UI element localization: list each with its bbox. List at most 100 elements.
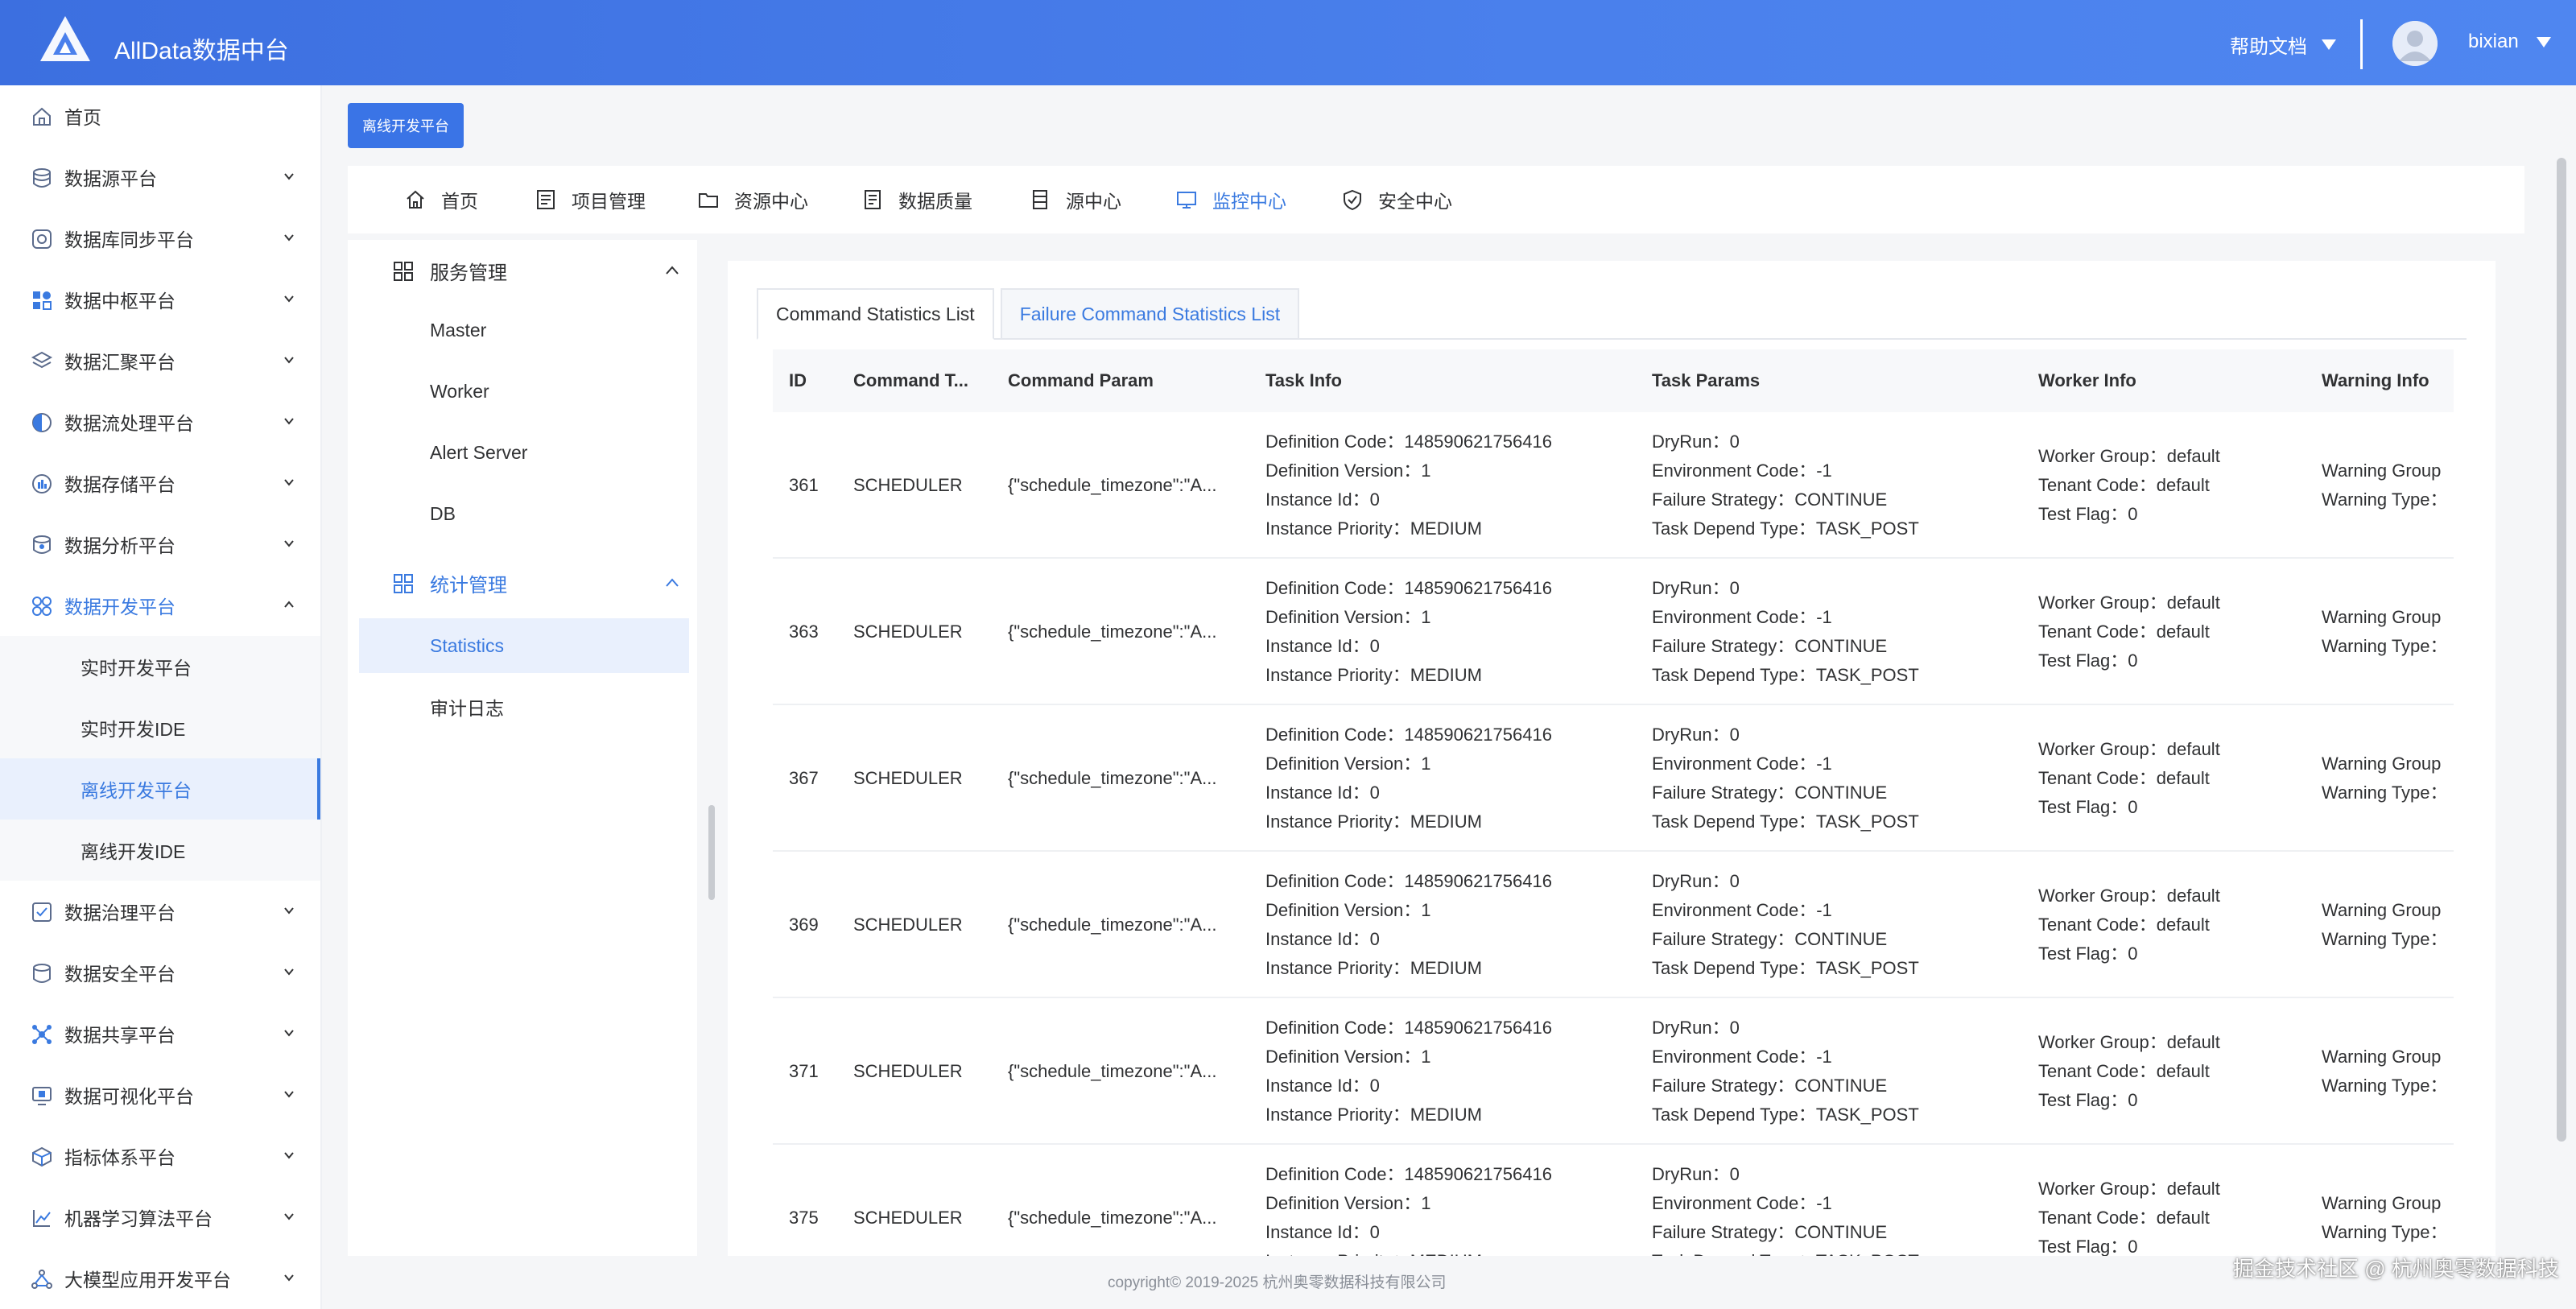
top-nav: 首页 项目管理 资源中心 数据质量 源中心 监控中心 安全中心 xyxy=(348,166,2524,233)
table-row[interactable]: 361 SCHEDULER {"schedule_timezone":"A... De… xyxy=(773,412,2454,559)
sidebar-item-label: 机器学习算法平台 xyxy=(64,1208,213,1229)
sidebar-item-data-aggregation[interactable]: 数据汇聚平台 xyxy=(0,330,320,391)
cell-line: Task Depend Type：TASK_POST xyxy=(1652,811,1919,832)
table-row[interactable]: 367 SCHEDULER {"schedule_timezone":"A... De… xyxy=(773,705,2454,852)
cell-line: Environment Code：-1 xyxy=(1652,1047,1832,1067)
help-docs-menu[interactable]: 帮助文档 xyxy=(2230,31,2336,59)
user-menu[interactable]: bixian xyxy=(2468,31,2551,53)
page-scrollbar[interactable] xyxy=(2557,158,2566,1142)
menu-item-worker[interactable]: Worker xyxy=(359,364,689,419)
avatar[interactable] xyxy=(2392,21,2438,66)
column-header-warning-info[interactable]: Warning Info xyxy=(2322,349,2429,412)
cell-text: {"schedule_timezone":"A... xyxy=(1008,1208,1217,1228)
menu-item-master[interactable]: Master xyxy=(359,303,689,357)
sidebar-scrollbar[interactable] xyxy=(708,805,715,900)
cell-line: Failure Strategy：CONTINUE xyxy=(1652,489,1888,510)
sidebar-item-security[interactable]: 数据安全平台 xyxy=(0,942,320,1003)
column-header-task-params[interactable]: Task Params xyxy=(1652,349,1760,412)
cell-line: Tenant Code：default xyxy=(2038,1061,2210,1081)
cell-text: SCHEDULER xyxy=(853,768,963,788)
cell-line: Worker Group：default xyxy=(2038,886,2220,906)
menu-item-statistics[interactable]: Statistics xyxy=(359,618,689,673)
menu-item-db[interactable]: DB xyxy=(359,486,689,541)
nav-label: 源中心 xyxy=(1066,191,1121,212)
chevron-down-icon xyxy=(284,540,294,547)
sidebar-item-data-hub[interactable]: 数据中枢平台 xyxy=(0,269,320,330)
sidebar-item-data-dev[interactable]: 数据开发平台 xyxy=(0,575,320,636)
sidebar-item-metrics[interactable]: 指标体系平台 xyxy=(0,1125,320,1187)
table-cell-type: SCHEDULER xyxy=(853,412,998,559)
tab-failure-command-statistics[interactable]: Failure Command Statistics List xyxy=(1000,288,1300,340)
sidebar-item-analysis[interactable]: 数据分析平台 xyxy=(0,514,320,575)
tabs: Command Statistics List Failure Command … xyxy=(757,288,1306,340)
cell-text: SCHEDULER xyxy=(853,1061,963,1081)
sidebar-subitem-realtime-ide[interactable]: 实时开发IDE xyxy=(0,697,320,758)
cell-line: Definition Code：148590621756416 xyxy=(1265,1018,1552,1038)
sidebar-item-governance[interactable]: 数据治理平台 xyxy=(0,881,320,942)
tab-home[interactable]: 首页 xyxy=(404,166,478,233)
sidebar-subitem-realtime-dev[interactable]: 实时开发平台 xyxy=(0,636,320,697)
tab-data-quality[interactable]: 数据质量 xyxy=(861,166,972,233)
cell-line: Worker Group：default xyxy=(2038,593,2220,613)
column-header-task-info[interactable]: Task Info xyxy=(1265,349,1342,412)
sidebar-item-ml[interactable]: 机器学习算法平台 xyxy=(0,1187,320,1248)
offline-dev-tag-button[interactable]: 离线开发平台 xyxy=(348,103,464,148)
group-statistics-management[interactable]: 统计管理 xyxy=(348,552,697,613)
table-cell-task-info: Definition Code：148590621756416 Definitio… xyxy=(1265,559,1636,705)
chevron-down-icon xyxy=(284,1274,294,1282)
cell-text: {"schedule_timezone":"A... xyxy=(1008,621,1217,642)
table-row[interactable]: 375 SCHEDULER {"schedule_timezone":"A... De… xyxy=(773,1145,2454,1256)
sidebar-item-db-sync[interactable]: 数据库同步平台 xyxy=(0,208,320,269)
table-row[interactable]: 363 SCHEDULER {"schedule_timezone":"A... De… xyxy=(773,559,2454,705)
cell-line: Test Flag：0 xyxy=(2038,650,2138,671)
tab-security-center[interactable]: 安全中心 xyxy=(1341,166,1452,233)
sidebar-item-llm[interactable]: 大模型应用开发平台 xyxy=(0,1248,320,1309)
tab-resource-center[interactable]: 资源中心 xyxy=(697,166,808,233)
cell-line: Warning Group xyxy=(2322,460,2442,481)
tab-source-center[interactable]: 源中心 xyxy=(1029,166,1121,233)
sidebar-subitem-offline-ide[interactable]: 离线开发IDE xyxy=(0,820,320,881)
tab-monitor-center[interactable]: 监控中心 xyxy=(1175,166,1286,233)
sidebar-subitem-offline-dev[interactable]: 离线开发平台 xyxy=(0,758,320,820)
group-label: 服务管理 xyxy=(430,262,507,284)
tab-command-statistics[interactable]: Command Statistics List xyxy=(757,288,994,340)
menu-item-audit-log[interactable]: 审计日志 xyxy=(359,679,689,734)
list-icon xyxy=(537,190,555,209)
sidebar-item-visualization[interactable]: 数据可视化平台 xyxy=(0,1064,320,1125)
table-cell-param: {"schedule_timezone":"A... xyxy=(1008,998,1249,1145)
group-service-management[interactable]: 服务管理 xyxy=(348,240,697,301)
table-cell-worker-info: Worker Group：default Tenant Code：default T… xyxy=(2038,852,2304,998)
cell-line: Warning Group xyxy=(2322,754,2442,774)
column-header-command-type[interactable]: Command T... xyxy=(853,349,968,412)
sidebar-item-datasource[interactable]: 数据源平台 xyxy=(0,147,320,208)
sidebar-item-home[interactable]: 首页 xyxy=(0,85,320,147)
cell-line: Worker Group：default xyxy=(2038,1179,2220,1199)
table-cell-param: {"schedule_timezone":"A... xyxy=(1008,705,1249,852)
sidebar-item-stream-processing[interactable]: 数据流处理平台 xyxy=(0,391,320,452)
table-cell-id: 375 xyxy=(789,1145,845,1256)
menu-item-label: Worker xyxy=(430,380,489,402)
table-row[interactable]: 369 SCHEDULER {"schedule_timezone":"A... De… xyxy=(773,852,2454,998)
left-sidebar: 首页 数据源平台 数据库同步平台 数据中枢平台 数据汇聚平台 数据流处理平台 数… xyxy=(0,85,322,1309)
table-row[interactable]: 371 SCHEDULER {"schedule_timezone":"A... De… xyxy=(773,998,2454,1145)
cell-text: SCHEDULER xyxy=(853,475,963,495)
column-header-command-param[interactable]: Command Param xyxy=(1008,349,1154,412)
governance-icon xyxy=(32,902,52,922)
table-cell-id: 369 xyxy=(789,852,845,998)
cell-line: Instance Id：0 xyxy=(1265,636,1380,656)
column-header-id[interactable]: ID xyxy=(789,349,807,412)
top-header: AllData数据中台 帮助文档 bixian xyxy=(0,0,2576,85)
menu-item-alert-server[interactable]: Alert Server xyxy=(359,425,689,480)
sidebar-item-share[interactable]: 数据共享平台 xyxy=(0,1003,320,1064)
group-label: 统计管理 xyxy=(430,574,507,597)
table-cell-task-info: Definition Code：148590621756416 Definitio… xyxy=(1265,852,1636,998)
logo-icon[interactable] xyxy=(39,14,92,63)
sidebar-item-storage[interactable]: 数据存储平台 xyxy=(0,452,320,514)
column-header-worker-info[interactable]: Worker Info xyxy=(2038,349,2136,412)
menu-item-label: 审计日志 xyxy=(430,698,504,719)
tab-project-management[interactable]: 项目管理 xyxy=(535,166,646,233)
nav-label: 监控中心 xyxy=(1212,191,1286,212)
cell-line: Instance Priority：MEDIUM xyxy=(1265,518,1482,539)
cell-text: SCHEDULER xyxy=(853,621,963,642)
cell-line: Environment Code：-1 xyxy=(1652,607,1832,627)
